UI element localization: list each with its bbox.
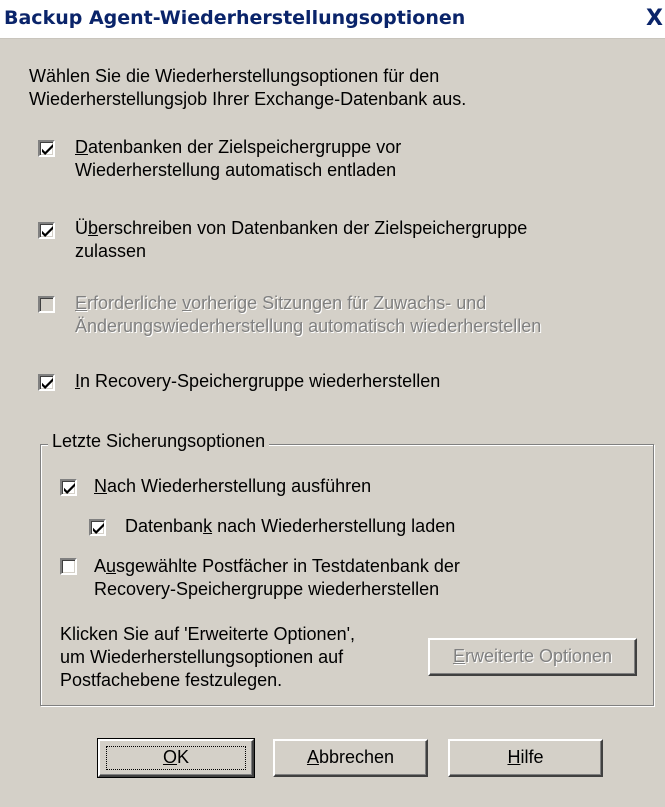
selected-mailboxes-checkbox[interactable] <box>60 558 77 575</box>
load-database-checkbox[interactable] <box>89 519 106 536</box>
allow-overwrite-label-line2: zulassen <box>75 241 147 261</box>
hint-line-1: Klicken Sie auf 'Erweiterte Optionen', <box>60 624 356 644</box>
ok-button[interactable]: OK <box>97 738 255 778</box>
auto-restore-sessions-checkbox[interactable] <box>38 296 55 313</box>
checkmark-icon <box>93 523 104 534</box>
run-after-restore-label[interactable]: Nach Wiederherstellung ausführen <box>94 475 371 497</box>
unmount-databases-checkbox[interactable] <box>38 140 55 157</box>
load-database-label[interactable]: Datenbank nach Wiederherstellung laden <box>125 515 455 537</box>
title-bar: Backup Agent-Wiederherstellungsoptionen … <box>0 0 665 39</box>
close-button[interactable]: X <box>646 5 665 33</box>
intro-line-2: Wiederherstellungsjob Ihrer Exchange-Dat… <box>29 89 467 109</box>
group-legend: Letzte Sicherungsoptionen <box>48 430 270 452</box>
checkmark-icon <box>42 226 53 237</box>
allow-overwrite-label[interactable]: Überschreiben von Datenbanken der Zielsp… <box>75 217 527 239</box>
checkmark-icon <box>42 378 53 389</box>
help-button[interactable]: Hilfe <box>448 739 603 777</box>
hint-line-2: um Wiederherstellungsoptionen auf <box>60 647 344 667</box>
selected-mailboxes-label-line2: Recovery-Speichergruppe wiederherstellen <box>94 579 440 599</box>
auto-restore-sessions-label-line2: Änderungswiederherstellung automatisch w… <box>75 316 542 336</box>
focus-rect <box>106 746 246 770</box>
unmount-databases-label[interactable]: Datenbanken der Zielspeichergruppe vor <box>75 136 401 158</box>
window-title: Backup Agent-Wiederherstellungsoptionen <box>4 7 466 29</box>
run-after-restore-checkbox[interactable] <box>60 479 77 496</box>
recovery-storage-group-label[interactable]: In Recovery-Speichergruppe wiederherstel… <box>75 370 440 392</box>
checkmark-icon <box>42 144 53 155</box>
cancel-button[interactable]: Abbrechen <box>273 739 428 777</box>
hint-line-3: Postfachebene festzulegen. <box>60 670 283 690</box>
advanced-options-button[interactable]: Erweiterte Optionen <box>428 638 637 676</box>
unmount-databases-label-line2: Wiederherstellung automatisch entladen <box>75 160 397 180</box>
allow-overwrite-checkbox[interactable] <box>38 222 55 239</box>
recovery-storage-group-checkbox[interactable] <box>38 374 55 391</box>
selected-mailboxes-label[interactable]: Ausgewählte Postfächer in Testdatenbank … <box>94 555 460 577</box>
intro-line-1: Wählen Sie die Wiederherstellungsoptione… <box>29 66 440 86</box>
checkmark-icon <box>64 483 75 494</box>
auto-restore-sessions-label: Erforderliche vorherige Sitzungen für Zu… <box>75 293 487 313</box>
